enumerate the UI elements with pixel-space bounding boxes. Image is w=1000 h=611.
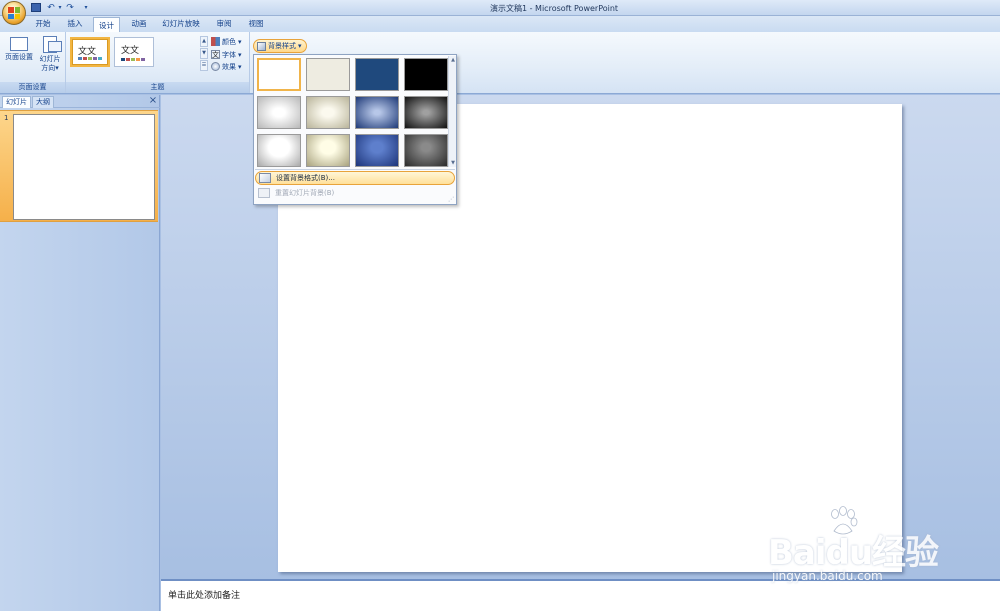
slide-number: 1 xyxy=(4,114,9,122)
page-setup-group-label: 页面设置 xyxy=(0,82,65,93)
gallery-scrollbar[interactable]: ▲ ▼ xyxy=(448,56,456,167)
fonts-icon: 文 xyxy=(211,50,220,59)
close-icon[interactable]: × xyxy=(148,95,158,106)
format-background-menu-item[interactable]: 设置背景格式(B)... xyxy=(255,171,455,185)
colors-icon xyxy=(211,37,220,46)
format-background-label: 设置背景格式(B)... xyxy=(276,174,335,182)
undo-dropdown-icon[interactable]: ▾ xyxy=(57,2,63,13)
slide-orientation-button[interactable]: 幻灯片 方向▾ xyxy=(36,36,64,73)
gallery-more-icon[interactable]: ☰ xyxy=(200,60,208,71)
tab-insert[interactable]: 插入 xyxy=(62,16,88,32)
theme-effects-button[interactable]: 效果 ▾ xyxy=(211,61,242,72)
background-styles-dropdown: ▲ ▼ 设置背景格式(B)... 重置幻灯片背景(B) ⋰ xyxy=(253,54,457,205)
tab-design[interactable]: 设计 xyxy=(93,17,120,32)
panel-tabs: 幻灯片 大纲 × xyxy=(0,95,160,108)
colors-label: 颜色 xyxy=(222,37,236,46)
dropdown-arrow-icon: ▾ xyxy=(238,37,242,46)
reset-background-icon xyxy=(258,188,270,198)
office-logo-icon xyxy=(8,7,20,19)
theme-preview-text: 文文 xyxy=(121,46,140,56)
theme-color-swatches xyxy=(78,57,102,60)
tab-slideshow[interactable]: 幻灯片放映 xyxy=(158,16,204,32)
theme-fonts-button[interactable]: 文 字体 ▾ xyxy=(211,49,242,60)
slide-thumbnail-item[interactable]: 1 xyxy=(0,110,158,222)
background-swatch[interactable] xyxy=(257,58,301,91)
page-setup-icon xyxy=(10,37,28,51)
office-button[interactable] xyxy=(2,1,26,25)
background-swatch[interactable] xyxy=(257,96,301,129)
page-setup-group: 页面设置 幻灯片 方向▾ 页面设置 xyxy=(0,32,66,93)
dropdown-arrow-icon: ▾ xyxy=(55,64,59,72)
slides-panel: 幻灯片 大纲 × 1 xyxy=(0,95,160,611)
tab-review[interactable]: 审阅 xyxy=(211,16,237,32)
dropdown-arrow-icon: ▾ xyxy=(238,50,242,59)
reset-background-menu-item[interactable]: 重置幻灯片背景(B) xyxy=(255,186,455,200)
title-bar: ↶ ▾ ↷ ▾ 演示文稿1 - Microsoft PowerPoint xyxy=(0,0,1000,25)
orientation-label-line2: 方向 xyxy=(41,64,56,72)
notes-placeholder: 单击此处添加备注 xyxy=(168,591,241,601)
effects-label: 效果 xyxy=(222,62,236,71)
themes-group-label: 主题 xyxy=(66,82,249,93)
ribbon: 页面设置 幻灯片 方向▾ 页面设置 文文 文文 ▲ ▼ ☰ 主题 颜色 ▾ 文 字… xyxy=(0,32,1000,94)
effects-icon xyxy=(211,62,220,71)
orientation-label-line1: 幻灯片 xyxy=(39,55,61,63)
scroll-up-icon[interactable]: ▲ xyxy=(449,57,457,63)
resize-grip-icon[interactable]: ⋰ xyxy=(448,196,455,203)
scroll-down-icon[interactable]: ▼ xyxy=(449,160,457,166)
slide-orientation-icon xyxy=(43,36,62,53)
redo-icon[interactable]: ↷ xyxy=(64,2,76,13)
background-swatch[interactable] xyxy=(306,96,350,129)
theme-color-swatches xyxy=(121,58,145,61)
tab-home[interactable]: 开始 xyxy=(30,16,56,32)
background-swatch[interactable] xyxy=(355,58,399,91)
tab-outline[interactable]: 大纲 xyxy=(32,96,54,108)
dropdown-arrow-icon: ▾ xyxy=(298,42,302,50)
page-setup-button[interactable]: 页面设置 xyxy=(3,37,35,62)
theme-alt[interactable]: 文文 xyxy=(114,37,154,67)
format-background-icon xyxy=(259,173,271,183)
fonts-label: 字体 xyxy=(222,50,236,59)
theme-office[interactable]: 文文 xyxy=(70,37,110,67)
slide-thumbnail[interactable] xyxy=(13,114,155,220)
watermark-brand: Baidu经验 xyxy=(768,533,939,573)
background-swatch[interactable] xyxy=(404,96,448,129)
page-setup-label: 页面设置 xyxy=(5,53,33,61)
baidu-watermark: Baidu经验 jingyan.baidu.com xyxy=(768,505,988,587)
background-styles-gallery xyxy=(257,58,448,168)
background-swatch[interactable] xyxy=(355,96,399,129)
background-swatch[interactable] xyxy=(306,134,350,167)
undo-icon[interactable]: ↶ xyxy=(45,2,57,13)
theme-preview-text: 文文 xyxy=(78,47,97,57)
tab-view[interactable]: 视图 xyxy=(243,16,269,32)
background-swatch[interactable] xyxy=(404,58,448,91)
scroll-up-icon[interactable]: ▲ xyxy=(200,36,208,47)
background-swatch[interactable] xyxy=(306,58,350,91)
window-title: 演示文稿1 - Microsoft PowerPoint xyxy=(490,4,619,13)
background-styles-icon xyxy=(257,41,266,51)
tab-animations[interactable]: 动画 xyxy=(126,16,152,32)
watermark-url: jingyan.baidu.com xyxy=(772,569,883,583)
tab-slides[interactable]: 幻灯片 xyxy=(2,96,31,108)
ribbon-tab-row: 开始 插入 设计 动画 幻灯片放映 审阅 视图 xyxy=(0,16,1000,32)
menu-separator xyxy=(255,169,455,170)
background-swatch[interactable] xyxy=(257,134,301,167)
customize-qat-icon[interactable]: ▾ xyxy=(82,2,90,13)
theme-colors-button[interactable]: 颜色 ▾ xyxy=(211,36,242,47)
dropdown-arrow-icon: ▾ xyxy=(238,62,242,71)
reset-background-label: 重置幻灯片背景(B) xyxy=(275,189,335,197)
themes-gallery-scroll: ▲ ▼ ☰ xyxy=(200,36,208,71)
background-styles-label: 背景样式 xyxy=(268,42,296,50)
background-swatch[interactable] xyxy=(404,134,448,167)
scroll-down-icon[interactable]: ▼ xyxy=(200,48,208,59)
background-swatch[interactable] xyxy=(355,134,399,167)
save-icon[interactable] xyxy=(31,3,41,12)
background-styles-button[interactable]: 背景样式 ▾ xyxy=(253,39,307,53)
